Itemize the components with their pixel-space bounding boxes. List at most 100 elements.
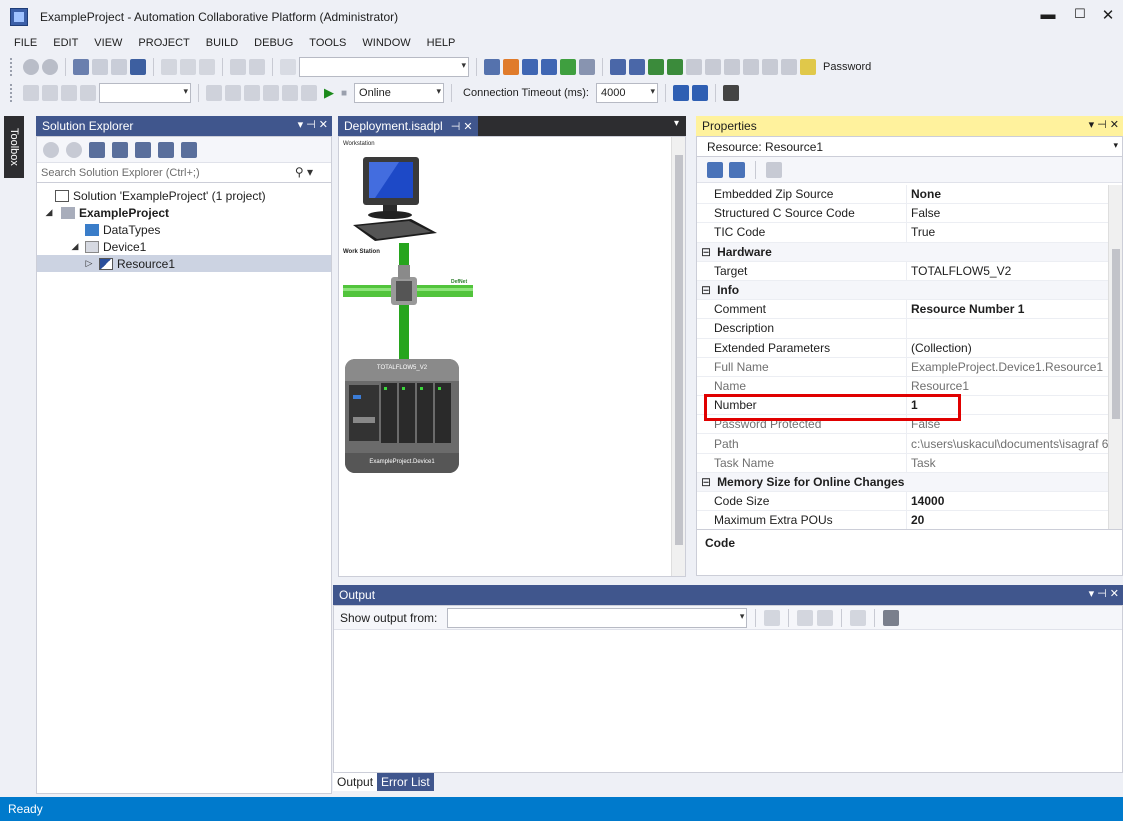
forward-icon[interactable] (42, 59, 58, 75)
categorized-icon[interactable] (707, 161, 723, 178)
start-icon[interactable]: ▶ (324, 85, 334, 101)
property-row[interactable]: Comment Resource Number 1 (697, 300, 1110, 320)
build-icon[interactable] (503, 59, 519, 75)
clear-all-icon[interactable] (850, 609, 867, 626)
paste-icon[interactable] (199, 59, 215, 75)
connect-online-icon[interactable] (672, 85, 689, 101)
home-icon[interactable] (89, 141, 105, 158)
tool-f-icon[interactable] (781, 59, 797, 75)
menu-view[interactable]: VIEW (86, 37, 130, 49)
property-category-info[interactable]: ⊟ Info (697, 280, 1110, 301)
new-project-icon[interactable] (73, 59, 89, 75)
deployment-scroll-thumb[interactable] (675, 155, 683, 545)
properties-icon[interactable] (158, 141, 174, 158)
layout-a-icon[interactable] (225, 85, 241, 101)
connection-timeout-input[interactable]: 4000 ▾ (595, 83, 658, 103)
property-row[interactable]: Full Name ExampleProject.Device1.Resourc… (697, 357, 1110, 377)
back-icon[interactable] (23, 59, 39, 75)
property-value[interactable]: Resource Number 1 (907, 302, 1110, 316)
property-row[interactable]: Path c:\users\uskacul\documents\isagraf … (697, 434, 1110, 454)
network-icon[interactable] (579, 59, 595, 75)
menu-help[interactable]: HELP (419, 37, 464, 49)
property-value[interactable]: 14000 (907, 494, 1110, 508)
collapse-all-icon[interactable] (135, 141, 151, 158)
menu-tools[interactable]: TOOLS (301, 37, 354, 49)
zoom-in-icon[interactable] (23, 85, 39, 101)
properties-scroll-thumb[interactable] (1112, 249, 1120, 419)
tree-item-project[interactable]: ◢ ExampleProject (37, 204, 331, 221)
stop-icon[interactable]: ■ (341, 88, 347, 99)
layout-d-icon[interactable] (282, 85, 298, 101)
tab-pin-close-icon[interactable]: ⊣ ✕ (451, 120, 473, 133)
tab-list-icon[interactable]: ▾ (674, 118, 679, 129)
password-label[interactable]: Password (823, 61, 871, 73)
connect-icon[interactable] (560, 59, 576, 75)
sync-icon[interactable] (112, 141, 128, 158)
close-button[interactable]: ✕ (1096, 6, 1120, 24)
menu-project[interactable]: PROJECT (130, 37, 197, 49)
layout-b-icon[interactable] (244, 85, 260, 101)
property-value[interactable]: (Collection) (907, 341, 1110, 355)
property-row[interactable]: Maximum Extra POUs 20 (697, 511, 1110, 529)
menu-build[interactable]: BUILD (198, 37, 246, 49)
solution-search-input[interactable]: Search Solution Explorer (Ctrl+;) ⚲ ▾ (37, 163, 331, 183)
panel-pin-close-icon[interactable]: ▾ ⊣ ✕ (1089, 118, 1119, 131)
properties-object-selector[interactable]: Resource: Resource1 ▾ (697, 137, 1122, 157)
online-select[interactable]: Online ▾ (354, 83, 445, 103)
layout-c-icon[interactable] (263, 85, 279, 101)
maximize-button[interactable]: ☐ (1068, 6, 1092, 22)
download-icon[interactable] (610, 59, 626, 75)
forward-icon[interactable] (66, 141, 82, 158)
expand-icon[interactable]: ▷ (83, 258, 95, 269)
property-row[interactable]: Embedded Zip Source None (697, 185, 1110, 205)
zoom-reset-icon[interactable] (80, 85, 96, 101)
find-combo[interactable]: ▾ (299, 57, 469, 77)
panel-pin-close-icon[interactable]: ▾ ⊣ ✕ (298, 118, 328, 131)
property-row[interactable]: Code Size 14000 (697, 492, 1110, 512)
menu-debug[interactable]: DEBUG (246, 37, 301, 49)
panel-pin-close-icon[interactable]: ▾ ⊣ ✕ (1089, 587, 1119, 600)
property-row[interactable]: Target TOTALFLOW5_V2 (697, 261, 1110, 281)
minimize-button[interactable]: ▬ (1036, 6, 1060, 23)
tab-output[interactable]: Output (333, 773, 378, 791)
alphabetical-icon[interactable] (729, 161, 745, 178)
property-category-hardware[interactable]: ⊟ Hardware (697, 242, 1110, 262)
zoom-out-icon[interactable] (42, 85, 58, 101)
tool-e-icon[interactable] (762, 59, 778, 75)
user-icon[interactable] (722, 85, 739, 101)
tree-item-resource1[interactable]: ▷ Resource1 (37, 255, 331, 272)
property-row[interactable]: Structured C Source Code False (697, 204, 1110, 224)
next-message-icon[interactable] (817, 609, 834, 626)
properties-scrollbar[interactable] (1108, 185, 1122, 529)
property-category-memory[interactable]: ⊟ Memory Size for Online Changes (697, 472, 1110, 492)
run-icon[interactable] (648, 59, 664, 75)
wrench-icon[interactable] (522, 59, 538, 75)
layout-e-icon[interactable] (301, 85, 317, 101)
password-icon[interactable] (800, 59, 816, 75)
upload-icon[interactable] (629, 59, 645, 75)
save-icon[interactable] (111, 59, 127, 75)
menu-window[interactable]: WINDOW (354, 37, 418, 49)
property-row[interactable]: Extended Parameters (Collection) (697, 338, 1110, 358)
workstation-icon[interactable] (349, 155, 449, 245)
property-row[interactable]: Task Name Task (697, 453, 1110, 473)
deployment-scrollbar[interactable] (671, 137, 685, 576)
undo-icon[interactable] (230, 59, 246, 75)
collapse-icon[interactable]: ⊟ (701, 245, 711, 259)
find-icon[interactable] (280, 59, 296, 75)
zoom-combo[interactable]: ▾ (99, 83, 191, 103)
monitor-icon[interactable] (667, 59, 683, 75)
tool-c-icon[interactable] (724, 59, 740, 75)
save-all-icon[interactable] (130, 59, 146, 75)
disconnect-online-icon[interactable] (691, 85, 708, 101)
tree-item-solution[interactable]: Solution 'ExampleProject' (1 project) (37, 187, 331, 204)
property-pages-icon[interactable] (766, 161, 782, 178)
previous-message-icon[interactable] (797, 609, 814, 626)
expand-icon[interactable]: ◢ (69, 241, 81, 252)
back-icon[interactable] (43, 141, 59, 158)
tool-b-icon[interactable] (705, 59, 721, 75)
tool-a-icon[interactable] (686, 59, 702, 75)
property-row[interactable]: Description (697, 319, 1110, 339)
collapse-icon[interactable]: ⊟ (701, 283, 711, 297)
property-row[interactable]: TIC Code True (697, 223, 1110, 243)
